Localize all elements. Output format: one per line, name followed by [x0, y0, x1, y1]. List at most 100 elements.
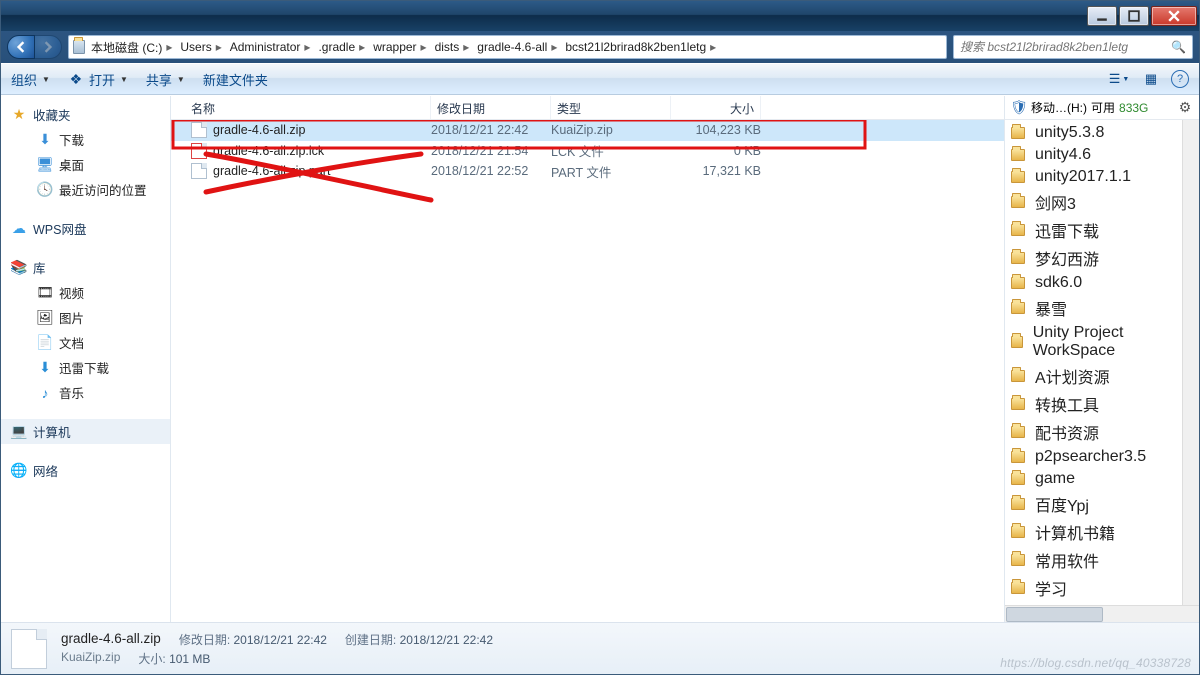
drive-item[interactable]: Unity Project WorkSpace	[1005, 322, 1182, 362]
favorites-header[interactable]: ★收藏夹	[1, 102, 170, 127]
file-list: gradle-4.6-all.zip 2018/12/21 22:42 Kuai…	[171, 120, 1004, 622]
crumb-6[interactable]: gradle-4.6-all▸	[475, 40, 563, 54]
details-created-label: 创建日期:	[345, 633, 396, 647]
drive-item[interactable]: unity2017.1.1	[1005, 166, 1182, 188]
crumb-3[interactable]: .gradle▸	[316, 40, 371, 54]
file-row[interactable]: gradle-4.6-all.zip.part 2018/12/21 22:52…	[171, 161, 1004, 182]
search-icon: 🔍	[1171, 40, 1186, 54]
share-menu[interactable]: 共享▼	[146, 70, 185, 89]
close-button[interactable]	[1151, 6, 1197, 26]
right-pane: 🛡 移动…(H:) 可用 833G ⚙ unity5.3.8unity4.6un…	[1004, 96, 1199, 622]
star-icon: ★	[11, 107, 27, 123]
maximize-button[interactable]	[1119, 6, 1149, 26]
free-space: 833G	[1119, 101, 1148, 115]
file-type: KuaiZip.zip	[551, 123, 671, 137]
crumb-2[interactable]: Administrator▸	[228, 40, 317, 54]
search-box[interactable]: 🔍	[953, 35, 1193, 59]
folder-icon	[1011, 277, 1025, 289]
drive-item[interactable]: 迅雷下载	[1005, 216, 1182, 244]
folder-icon	[1011, 426, 1025, 438]
drive-item[interactable]: unity4.6	[1005, 144, 1182, 166]
mainarea: ★收藏夹 ⬇下载 🖥桌面 🕓最近访问的位置 ☁WPS网盘 📚库 🎞视频 🖼图片 …	[1, 95, 1199, 622]
help-button[interactable]: ?	[1171, 70, 1189, 88]
drive-item[interactable]: 配书资源	[1005, 418, 1182, 446]
drive-item[interactable]: A计划资源	[1005, 362, 1182, 390]
file-name: gradle-4.6-all.zip.lck	[213, 144, 324, 158]
crumb-7[interactable]: bcst21l2brirad8k2ben1letg▸	[563, 40, 722, 54]
horizontal-scrollbar[interactable]	[1005, 605, 1199, 622]
drive-item[interactable]: 梦幻西游	[1005, 244, 1182, 272]
folder-icon	[1011, 498, 1025, 510]
preview-pane-button[interactable]: ▦	[1139, 68, 1163, 90]
fav-downloads[interactable]: ⬇下载	[1, 127, 170, 152]
minimize-button[interactable]	[1087, 6, 1117, 26]
file-row[interactable]: gradle-4.6-all.zip.lck 2018/12/21 21:54 …	[171, 141, 1004, 162]
network-header[interactable]: 🌐网络	[1, 458, 170, 483]
lib-xunlei[interactable]: ⬇迅雷下载	[1, 355, 170, 380]
library-icon: 📚	[11, 260, 27, 276]
view-menu[interactable]: ☰▼	[1107, 68, 1131, 90]
fav-desktop[interactable]: 🖥桌面	[1, 152, 170, 177]
open-menu[interactable]: ❖打开▼	[68, 70, 128, 89]
file-thumbnail	[11, 629, 47, 669]
lib-docs[interactable]: 📄文档	[1, 330, 170, 355]
desktop-icon: 🖥	[37, 157, 53, 173]
folder-icon	[1011, 224, 1025, 236]
newfolder-button[interactable]: 新建文件夹	[203, 70, 268, 89]
cloud-icon: ☁	[11, 221, 27, 237]
crumb-0[interactable]: 本地磁盘 (C:)▸	[89, 39, 178, 56]
file-icon	[191, 163, 207, 179]
details-mod-label: 修改日期:	[179, 633, 230, 647]
fav-recent[interactable]: 🕓最近访问的位置	[1, 177, 170, 202]
drive-item[interactable]: sdk6.0	[1005, 272, 1182, 294]
drive-item[interactable]: 暴雪	[1005, 294, 1182, 322]
drive-item[interactable]: 常用软件	[1005, 546, 1182, 574]
file-size: 104,223 KB	[671, 123, 761, 137]
wps-header[interactable]: ☁WPS网盘	[1, 216, 170, 241]
folder-icon	[1011, 196, 1025, 208]
file-date: 2018/12/21 21:54	[431, 144, 551, 158]
details-bar: gradle-4.6-all.zip 修改日期: 2018/12/21 22:4…	[1, 622, 1199, 674]
libraries-header[interactable]: 📚库	[1, 255, 170, 280]
gear-icon[interactable]: ⚙	[1177, 100, 1193, 116]
folder-icon	[1011, 171, 1025, 183]
crumb-4[interactable]: wrapper▸	[371, 40, 432, 54]
folder-icon	[1011, 149, 1025, 161]
drive-item[interactable]: 剑网3	[1005, 188, 1182, 216]
breadcrumb[interactable]: 本地磁盘 (C:)▸ Users▸ Administrator▸ .gradle…	[68, 35, 947, 59]
toolbar: 组织▼ ❖打开▼ 共享▼ 新建文件夹 ☰▼ ▦ ?	[1, 63, 1199, 95]
drive-icon	[73, 39, 89, 55]
lib-video[interactable]: 🎞视频	[1, 280, 170, 305]
details-subtype: KuaiZip.zip	[61, 650, 120, 667]
folder-icon	[1011, 302, 1025, 314]
drive-item[interactable]: 百度Ypj	[1005, 490, 1182, 518]
organize-menu[interactable]: 组织▼	[11, 70, 50, 89]
drive-item[interactable]: p2psearcher3.5	[1005, 446, 1182, 468]
drive-item[interactable]: 转换工具	[1005, 390, 1182, 418]
drive-item[interactable]: 学习	[1005, 574, 1182, 602]
file-row[interactable]: gradle-4.6-all.zip 2018/12/21 22:42 Kuai…	[171, 120, 1004, 141]
folder-icon	[1011, 582, 1025, 594]
col-size[interactable]: 大小	[671, 96, 761, 119]
drive-item[interactable]: unity5.3.8	[1005, 122, 1182, 144]
computer-header[interactable]: 💻计算机	[1, 419, 170, 444]
drive-header: 🛡 移动…(H:) 可用 833G ⚙	[1005, 96, 1199, 120]
crumb-5[interactable]: dists▸	[433, 40, 476, 54]
details-mod-val: 2018/12/21 22:42	[234, 633, 327, 647]
search-input[interactable]	[960, 40, 1167, 54]
crumb-1[interactable]: Users▸	[178, 40, 227, 54]
vertical-scrollbar[interactable]	[1182, 120, 1199, 605]
back-button[interactable]	[7, 35, 35, 59]
nav-buttons	[7, 35, 62, 59]
forward-button[interactable]	[34, 35, 62, 59]
lib-pictures[interactable]: 🖼图片	[1, 305, 170, 330]
drive-item[interactable]: 计算机书籍	[1005, 518, 1182, 546]
drive-item[interactable]: game	[1005, 468, 1182, 490]
details-size-val: 101 MB	[169, 652, 210, 666]
computer-icon: 💻	[11, 424, 27, 440]
file-date: 2018/12/21 22:52	[431, 164, 551, 178]
col-name[interactable]: 名称	[171, 96, 431, 119]
col-date[interactable]: 修改日期	[431, 96, 551, 119]
col-type[interactable]: 类型	[551, 96, 671, 119]
lib-music[interactable]: ♪音乐	[1, 380, 170, 405]
